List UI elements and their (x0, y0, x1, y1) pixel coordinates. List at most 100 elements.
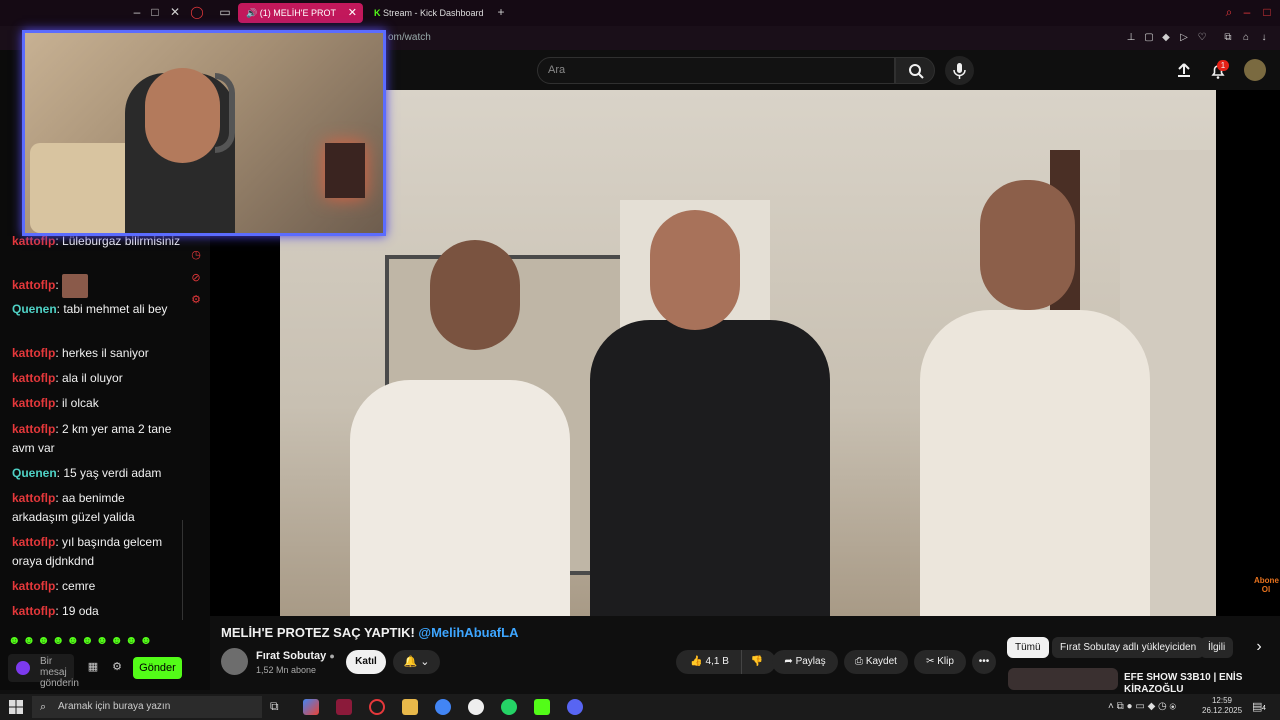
chat-text: tabi mehmet ali bey (63, 302, 168, 316)
whatsapp-icon[interactable] (501, 699, 517, 715)
chips-next-button[interactable]: › (1252, 638, 1266, 656)
recommendation-thumbnail[interactable] (1008, 668, 1118, 690)
shield-icon[interactable]: ◆ (1160, 32, 1172, 44)
close-icon[interactable]: ✕ (168, 5, 182, 19)
video-title-mention[interactable]: @MelihAbuafLA (418, 625, 518, 640)
chat-message: kattoflp: 2 km yer ama 2 tane avm var (12, 422, 172, 455)
share-button[interactable]: ➦ Paylaş (772, 650, 838, 674)
chat-username[interactable]: kattoflp (12, 346, 55, 360)
chip-related[interactable]: İlgili (1200, 637, 1234, 658)
chat-text: il olcak (62, 396, 99, 410)
chat-username[interactable]: kattoflp (12, 491, 55, 505)
save-button[interactable]: ⎙ Kaydet (844, 650, 908, 674)
tab-close-icon[interactable]: ✕ (348, 3, 357, 23)
save-label: Kaydet (865, 656, 897, 667)
taskbar-clock[interactable]: 12:59 26.12.2025 (1202, 696, 1242, 716)
channel-name[interactable]: Fırat Sobutay ● (256, 650, 335, 662)
search-input[interactable]: Ara (537, 57, 895, 84)
ban-icon[interactable]: ⊘ (190, 272, 202, 284)
pin-icon[interactable]: ⊥ (1125, 32, 1137, 44)
file-explorer-icon[interactable] (402, 699, 418, 715)
subscribe-watermark[interactable]: Abone Ol (1254, 576, 1279, 598)
discord-icon[interactable] (567, 699, 583, 715)
search-button[interactable] (895, 57, 935, 84)
kick-app-icon[interactable] (534, 699, 550, 715)
like-button[interactable]: 👍 4,1 B (681, 650, 739, 674)
notification-center-icon[interactable]: ▤ (1252, 700, 1262, 713)
send-button[interactable]: Gönder (133, 657, 182, 679)
join-button[interactable]: Katıl (346, 650, 386, 674)
person-right-shirt (920, 310, 1150, 616)
avatar[interactable] (1244, 59, 1266, 81)
emote-row[interactable]: ☻☻☻☻☻☻☻☻☻☻ (8, 633, 178, 649)
chip-all[interactable]: Tümü (1007, 637, 1049, 658)
streamer-head (145, 68, 220, 163)
channel-avatar[interactable] (221, 648, 248, 675)
clip-button[interactable]: ✂ Klip (914, 650, 966, 674)
thumbs-down-icon: 👎 (750, 656, 764, 667)
tab-label: Stream - Kick Dashboard (383, 8, 484, 18)
clock-icon[interactable]: ◷ (190, 249, 202, 261)
chat-username[interactable]: kattoflp (12, 535, 55, 549)
video-title: MELİH'E PROTEZ SAÇ YAPTIK! @MelihAbuafLA (221, 625, 518, 640)
chat-username[interactable]: Quenen (12, 466, 57, 480)
window-minimize-icon[interactable]: – (1240, 5, 1254, 19)
gift-icon[interactable]: ▦ (86, 660, 100, 674)
recommendation-title[interactable]: EFE SHOW S3B10 | ENİS KİRAZOĞLU (1124, 672, 1254, 696)
opera-icon[interactable]: ◯ (190, 5, 204, 19)
share-label: Paylaş (795, 656, 826, 667)
system-tray[interactable]: ˄ ⧉ ● ▭ ◆ ◷ ⦿ (1108, 701, 1176, 712)
chat-username[interactable]: kattoflp (12, 371, 55, 385)
subscribe-bell-button[interactable]: 🔔 ⌄ (393, 650, 440, 674)
microphone-icon (953, 63, 966, 79)
settings-icon[interactable]: ⚙ (190, 294, 202, 306)
kick-icon: K (374, 8, 383, 18)
search-tabs-icon[interactable]: ⌕ (1222, 5, 1236, 19)
heart-icon[interactable]: ♡ (1196, 32, 1208, 44)
like-dislike-group: 👍 4,1 B 👎 (676, 650, 776, 674)
address-url[interactable]: om/watch (388, 32, 431, 43)
tab-menu-icon[interactable]: ▭ (218, 5, 232, 19)
maximize-icon[interactable]: □ (148, 5, 162, 19)
tab-kick-dashboard[interactable]: K Stream - Kick Dashboard (366, 3, 491, 23)
microphone-icon[interactable] (16, 661, 30, 675)
upload-button[interactable] (1176, 62, 1192, 78)
new-tab-button[interactable]: + (494, 5, 508, 19)
window-restore-icon[interactable]: □ (1260, 5, 1274, 19)
scissors-icon: ✂ (926, 656, 935, 667)
wallet-icon[interactable]: ⌂ (1240, 32, 1252, 44)
voice-search-button[interactable] (945, 56, 974, 85)
copilot-icon[interactable] (303, 699, 319, 715)
tab-youtube[interactable]: 🔊 (1) MELİH'E PROT ✕ (238, 3, 363, 23)
dislike-button[interactable]: 👎 (741, 650, 771, 674)
chat-settings-icon[interactable]: ⚙ (110, 660, 124, 674)
chat-username[interactable]: kattoflp (12, 579, 55, 593)
app-icon[interactable] (336, 699, 352, 715)
chat-scrollbar[interactable] (182, 520, 183, 620)
more-actions-button[interactable]: ••• (972, 650, 996, 674)
chat-message: Quenen: 15 yaş verdi adam (12, 466, 162, 480)
minimize-icon[interactable]: – (130, 5, 144, 19)
chip-uploader[interactable]: Fırat Sobutay adlı yükleyiciden (1052, 637, 1205, 658)
chat-username[interactable]: kattoflp (12, 234, 55, 248)
chat-text: 19 oda (62, 604, 99, 618)
taskbar-search[interactable]: Aramak için buraya yazın (32, 696, 262, 718)
chat-text: 15 yaş verdi adam (63, 466, 162, 480)
start-button[interactable] (8, 699, 24, 715)
video-title-text: MELİH'E PROTEZ SAÇ YAPTIK! (221, 625, 415, 640)
chat-username[interactable]: kattoflp (12, 604, 55, 618)
person-left-shirt (350, 380, 570, 616)
chat-username[interactable]: kattoflp (12, 422, 55, 436)
chat-username[interactable]: kattoflp (12, 278, 55, 292)
extensions-icon[interactable]: ⧉ (1222, 32, 1234, 44)
app-icon[interactable] (468, 699, 484, 715)
chrome-icon[interactable] (435, 699, 451, 715)
task-view-icon[interactable]: ⧉ (270, 699, 286, 715)
screenshot-icon[interactable]: ▢ (1143, 32, 1155, 44)
opera-gx-icon[interactable] (369, 699, 385, 715)
chat-username[interactable]: kattoflp (12, 396, 55, 410)
download-icon[interactable]: ↓ (1258, 32, 1270, 44)
play-icon[interactable]: ▷ (1178, 32, 1190, 44)
notification-badge: 1 (1217, 60, 1229, 71)
chat-username[interactable]: Quenen (12, 302, 57, 316)
